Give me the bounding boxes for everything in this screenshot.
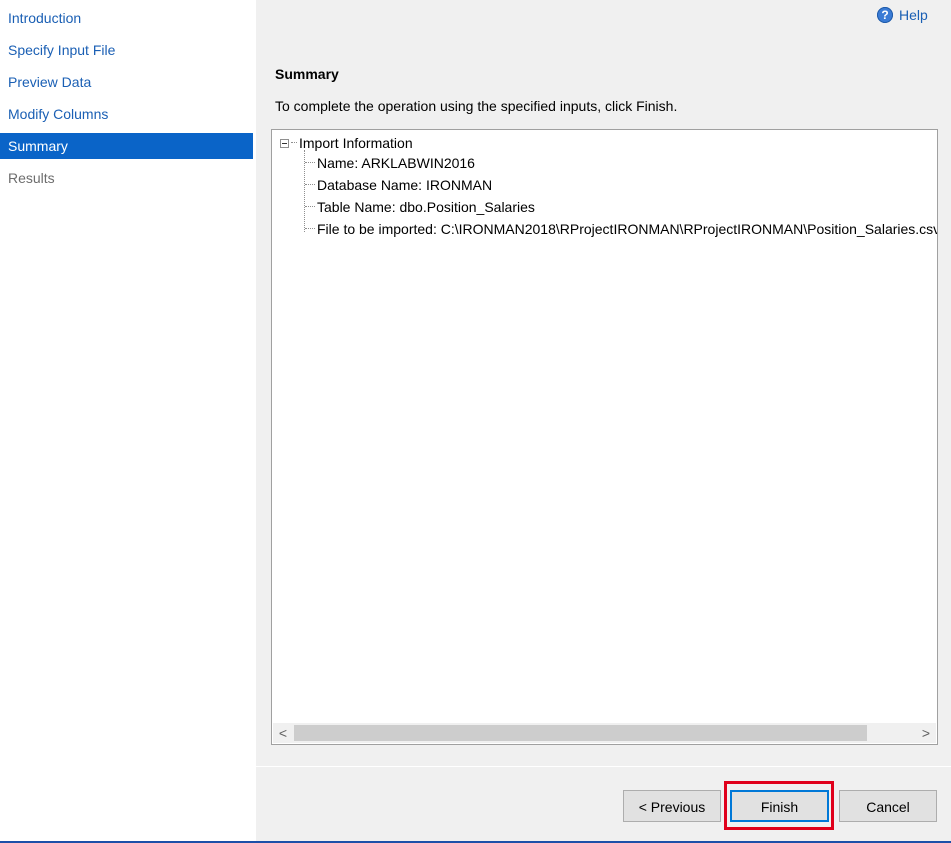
instruction-text: To complete the operation using the spec… — [275, 98, 678, 114]
sidebar-item-results: Results — [8, 170, 55, 186]
tree-item-table-name[interactable]: Table Name: dbo.Position_Salaries — [305, 198, 535, 216]
tree-connector — [305, 228, 315, 230]
tree-root-node[interactable]: Import Information — [280, 134, 413, 152]
tree-item-label: File to be imported: C:\IRONMAN2018\RPro… — [317, 221, 938, 237]
tree-connector — [305, 206, 315, 208]
scroll-thumb[interactable] — [294, 725, 867, 741]
tree-item-database-name[interactable]: Database Name: IRONMAN — [305, 176, 492, 194]
horizontal-scrollbar[interactable]: < > — [273, 723, 936, 743]
tree-item-label: Table Name: dbo.Position_Salaries — [317, 199, 535, 215]
tree-item-name[interactable]: Name: ARKLABWIN2016 — [305, 154, 475, 172]
sidebar-nav: Introduction Specify Input File Preview … — [0, 0, 253, 841]
scroll-left-icon[interactable]: < — [273, 723, 293, 743]
tree-item-label: Database Name: IRONMAN — [317, 177, 493, 193]
sidebar-divider — [253, 0, 256, 843]
tree-item-label: Name: ARKLABWIN2016 — [317, 155, 475, 171]
previous-button[interactable]: < Previous — [623, 790, 721, 822]
sidebar-item-modify-columns[interactable]: Modify Columns — [0, 101, 253, 127]
cancel-button[interactable]: Cancel — [839, 790, 937, 822]
sidebar-item-summary[interactable]: Summary — [0, 133, 253, 159]
tree-connector — [305, 162, 315, 164]
sidebar-item-introduction[interactable]: Introduction — [0, 5, 253, 31]
help-link[interactable]: ? Help — [877, 6, 928, 24]
help-label: Help — [899, 7, 928, 23]
finish-button[interactable]: Finish — [730, 790, 829, 822]
footer-separator — [256, 766, 951, 767]
page-title: Summary — [275, 66, 339, 82]
tree-connector — [291, 142, 297, 144]
tree-root-label: Import Information — [299, 135, 413, 151]
tree-connector — [305, 184, 315, 186]
collapse-icon[interactable] — [280, 138, 289, 148]
sidebar-item-specify-input-file[interactable]: Specify Input File — [0, 37, 253, 63]
sidebar-item-preview-data[interactable]: Preview Data — [0, 69, 253, 95]
tree-item-file-to-import[interactable]: File to be imported: C:\IRONMAN2018\RPro… — [305, 220, 938, 238]
scroll-right-icon[interactable]: > — [916, 723, 936, 743]
question-circle-icon: ? — [877, 7, 893, 23]
summary-tree-view[interactable]: Import Information Name: ARKLABWIN2016 D… — [271, 129, 938, 745]
